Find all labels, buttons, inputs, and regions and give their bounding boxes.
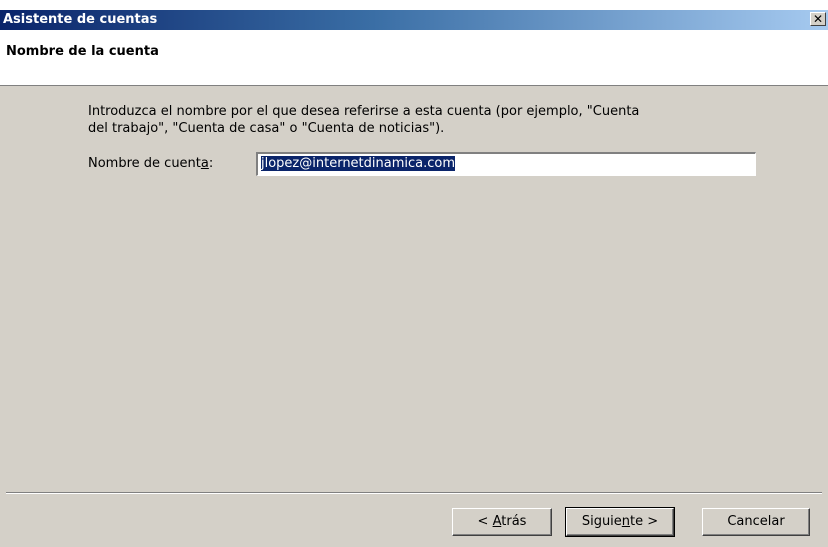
next-button-accelerator: n <box>621 514 631 529</box>
account-name-value: jlopez@internetdinamica.com <box>261 156 456 171</box>
account-name-label: Nombre de cuenta: <box>88 156 213 171</box>
instructions-line-1: Introduzca el nombre por el que desea re… <box>88 104 640 119</box>
back-button-accelerator: A <box>492 514 502 529</box>
instructions-text: Introduzca el nombre por el que desea re… <box>88 103 788 137</box>
back-button-prefix: < <box>477 514 493 529</box>
instructions-line-2: del trabajo", "Cuenta de casa" o "Cuenta… <box>88 121 445 136</box>
back-button-label: trás <box>501 514 527 529</box>
account-wizard-window: Asistente de cuentas ✕ Nombre de la cuen… <box>0 10 828 547</box>
cancel-button[interactable]: Cancelar <box>702 508 810 536</box>
back-button[interactable]: < Atrás <box>452 508 552 536</box>
next-button[interactable]: Siguiente > <box>565 507 675 537</box>
account-name-input[interactable]: jlopez@internetdinamica.com <box>256 152 756 176</box>
page-title: Nombre de la cuenta <box>6 44 159 59</box>
next-button-prefix: Siguie <box>581 514 622 529</box>
account-name-label-text: Nombre de cuent <box>88 156 201 171</box>
account-name-label-colon: : <box>208 156 214 171</box>
footer-divider <box>6 492 822 494</box>
wizard-header: Nombre de la cuenta <box>0 30 828 86</box>
account-name-label-accelerator: a <box>200 156 209 171</box>
next-button-label: te > <box>630 514 659 529</box>
window-title: Asistente de cuentas <box>3 12 158 27</box>
title-bar: Asistente de cuentas ✕ <box>0 10 828 30</box>
close-icon[interactable]: ✕ <box>810 12 826 26</box>
